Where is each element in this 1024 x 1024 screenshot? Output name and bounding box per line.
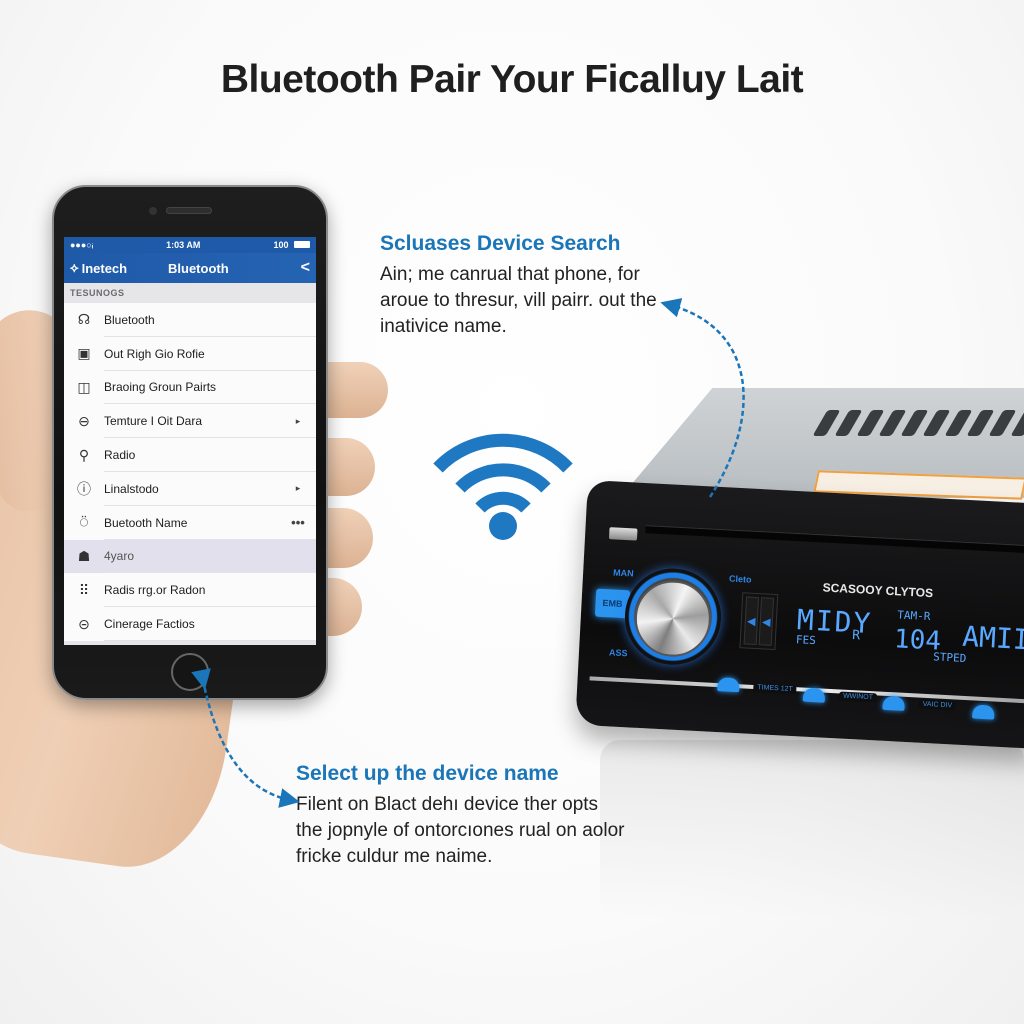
search-icon: ⚲ [78, 446, 90, 463]
back-label: Inetech [81, 260, 128, 276]
battery-status: 100 [273, 240, 310, 250]
callout-device-search: Scluases Device Search Ain; me canrual t… [380, 232, 680, 340]
wireless-signal-icon [433, 433, 573, 540]
list-item[interactable]: ⊝ Cinerage Factios [64, 607, 316, 641]
list-item-label: Bluetooth [104, 312, 155, 327]
page-title: Bluetooth Pair Your Ficalluy Lait [220, 58, 804, 101]
speaker-grille [166, 207, 212, 214]
more-icon[interactable]: ••• [280, 515, 316, 530]
battery-icon [294, 241, 310, 248]
wifi-dot [489, 512, 517, 540]
callout-body: Ain; me canrual that phone, for aroue to… [380, 264, 657, 337]
status-bar: ●●●○ᵢ 1:03 AM 100 [64, 237, 316, 253]
seek-back-button[interactable]: ◀ [743, 596, 760, 646]
list-item-label: Braoing Groun Pairts [104, 380, 217, 395]
strip-label: VAIC DIV [918, 699, 957, 711]
back-button[interactable]: ⟡ Inetech [70, 260, 160, 276]
phone-screen: ●●●○ᵢ 1:03 AM 100 ⟡ Inetech Bluetooth < … [64, 237, 316, 645]
settings-list: ☊ Bluetooth ▣ Out Righ Gio Rofie ◫ Braoi… [64, 303, 316, 641]
list-item[interactable]: ⍥ Buetooth Name ••• [64, 505, 316, 540]
list-item-label: Buetooth Name [104, 515, 188, 530]
list-footer [64, 640, 316, 645]
list-item-label: 4yaro [104, 549, 135, 564]
battery-percent: 100 [273, 240, 289, 250]
minus-circle-icon: ⊝ [78, 615, 90, 632]
list-item[interactable]: ☊ Bluetooth [64, 303, 316, 337]
group-icon: ☗ [77, 547, 91, 564]
callout-heading: Select up the device name [296, 762, 559, 785]
user-icon: ⊖ [78, 412, 90, 429]
document-icon: ▣ [77, 345, 91, 362]
back-chevron-icon: ⟡ [70, 260, 79, 275]
list-item[interactable]: ⓘ Linalstodo ▸ [64, 471, 316, 506]
usb-port[interactable] [608, 527, 638, 541]
list-item-label: Linalstodo [104, 481, 159, 496]
status-time: 1:03 AM [166, 240, 201, 250]
display-band: TAM-R [897, 608, 931, 624]
list-item-selected[interactable]: ☗ 4yaro [64, 539, 316, 574]
strip-label: WWINOT [838, 691, 878, 703]
home-button[interactable] [171, 653, 209, 691]
list-item-label: Temture I Oit Dara [104, 414, 203, 429]
seek-buttons: ◀ ◀ [739, 592, 779, 651]
list-item-label: Cinerage Factios [104, 617, 195, 632]
callout-body: Filent on Blact dehı device ther opts th… [296, 794, 625, 867]
grid-icon: ⠿ [78, 581, 90, 598]
display-sub-text: FES [795, 633, 817, 648]
wifi-arc-inner [475, 491, 531, 513]
camera-icon [149, 207, 157, 215]
callout-select-device: Select up the device name Filent on Blac… [296, 762, 626, 870]
list-item-label: Radio [104, 448, 136, 463]
location-pin-icon: ⍥ [79, 514, 89, 531]
strip-label: TIMES 12T [753, 682, 797, 695]
nav-bar: ⟡ Inetech Bluetooth < [64, 253, 316, 283]
book-icon: ◫ [77, 378, 91, 395]
aux-label: ASS [608, 647, 628, 659]
wifi-arc-middle [455, 463, 551, 493]
chevron-right-icon: ▸ [295, 483, 301, 494]
callout-heading: Scluases Device Search [380, 232, 621, 255]
bluetooth-device-icon: ☊ [77, 311, 91, 328]
source-label: Cleto [728, 573, 752, 585]
mode-label: MAN [612, 567, 634, 579]
list-item-label: Radis rrg.or Radon [104, 583, 206, 598]
share-icon[interactable]: < [301, 259, 310, 277]
stereo-brand: SCASOOY CLYTOS [822, 580, 934, 601]
display-r-indicator: R [851, 628, 861, 644]
list-item[interactable]: ⊖ Temture I Oit Dara ▸ [64, 404, 316, 439]
seek-forward-button[interactable]: ◀ [758, 597, 775, 646]
signal-icon: ●●●○ᵢ [70, 240, 94, 250]
nav-title: Bluetooth [168, 260, 229, 276]
display-right-text: AMII [961, 619, 1024, 657]
preset-button[interactable] [717, 677, 740, 693]
chevron-right-icon: ▸ [295, 415, 301, 426]
info-circle-icon: ⓘ [77, 480, 91, 497]
list-item[interactable]: ▣ Out Righ Gio Rofie [64, 336, 316, 371]
preset-button[interactable] [882, 695, 906, 711]
list-item[interactable]: ◫ Braoing Groun Pairts [64, 370, 316, 405]
cd-slot [645, 525, 1024, 556]
stereo-display: SCASOOY CLYTOS MIDY FES R TAM-R 104 STPE… [784, 575, 1024, 698]
stereo-reflection [600, 740, 1024, 920]
car-stereo-faceplate: MAN EMB ASS Cleto ◀ ◀ SCASOOY CLYTOS MID… [575, 480, 1024, 749]
list-item[interactable]: ⠿ Radis rrg.or Radon [64, 573, 316, 608]
preset-button[interactable] [972, 704, 995, 720]
list-item-label: Out Righ Gio Rofie [104, 346, 205, 361]
section-header: TESUNOGS [64, 283, 316, 303]
list-item[interactable]: ⚲ Radio [64, 438, 316, 472]
smartphone: ●●●○ᵢ 1:03 AM 100 ⟡ Inetech Bluetooth < … [52, 185, 328, 700]
